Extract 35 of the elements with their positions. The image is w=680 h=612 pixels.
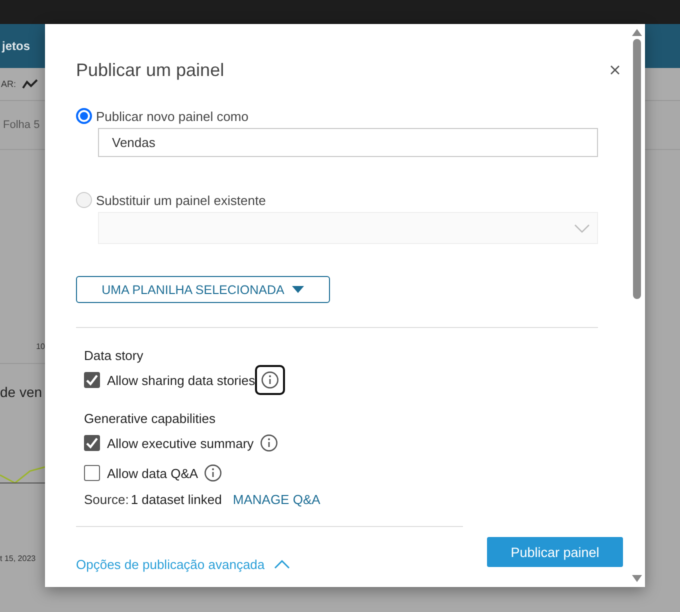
axis-label: 10 — [36, 342, 45, 351]
radio-button[interactable] — [76, 108, 92, 124]
section-heading: Generative capabilities — [84, 411, 217, 428]
dialog-title: Publicar um painel — [76, 60, 224, 80]
checkbox-label: Allow sharing data stories — [107, 372, 256, 388]
checkbox-label: Allow data Q&A — [107, 466, 198, 480]
date-label: t 15, 2023 — [0, 554, 37, 563]
advanced-options-link[interactable]: Opções de publicação avançada — [76, 557, 290, 572]
checkbox-label: Allow executive summary — [107, 436, 254, 450]
info-icon[interactable] — [255, 365, 286, 395]
source-label: Source: — [84, 492, 129, 507]
line-chart — [0, 466, 45, 484]
publish-button[interactable]: Publicar painel — [487, 537, 623, 567]
manage-link[interactable]: MANAGE Q&A — [232, 492, 320, 507]
chevron-down-icon — [574, 224, 590, 232]
checkbox[interactable] — [84, 372, 100, 388]
name-field[interactable]: Vendas — [98, 128, 598, 157]
checkbox[interactable] — [84, 435, 100, 451]
checkbox[interactable] — [84, 465, 100, 481]
line-chart-icon[interactable] — [22, 79, 38, 89]
section-heading: Data story — [84, 348, 144, 365]
toolbar-label: AR: — [1, 79, 16, 89]
close-icon[interactable] — [610, 65, 620, 75]
radio-button[interactable] — [76, 192, 92, 208]
source-value: 1 dataset linked — [130, 492, 222, 507]
chart-title: de ven — [0, 384, 44, 400]
caret-icon — [292, 286, 304, 293]
radio-label: Substituir um painel existente — [96, 192, 266, 208]
radio-label: Publicar novo painel como — [96, 108, 248, 124]
nav-tab[interactable]: jetos — [2, 39, 30, 53]
scroll-up-icon[interactable] — [632, 29, 642, 36]
sheet-tab[interactable]: Folha 5 — [3, 119, 40, 131]
scroll-thumb[interactable] — [633, 39, 641, 299]
sheet-select-button[interactable]: UMA PLANILHA SELECIONADA — [76, 276, 330, 303]
scroll-down-icon[interactable] — [632, 575, 642, 582]
